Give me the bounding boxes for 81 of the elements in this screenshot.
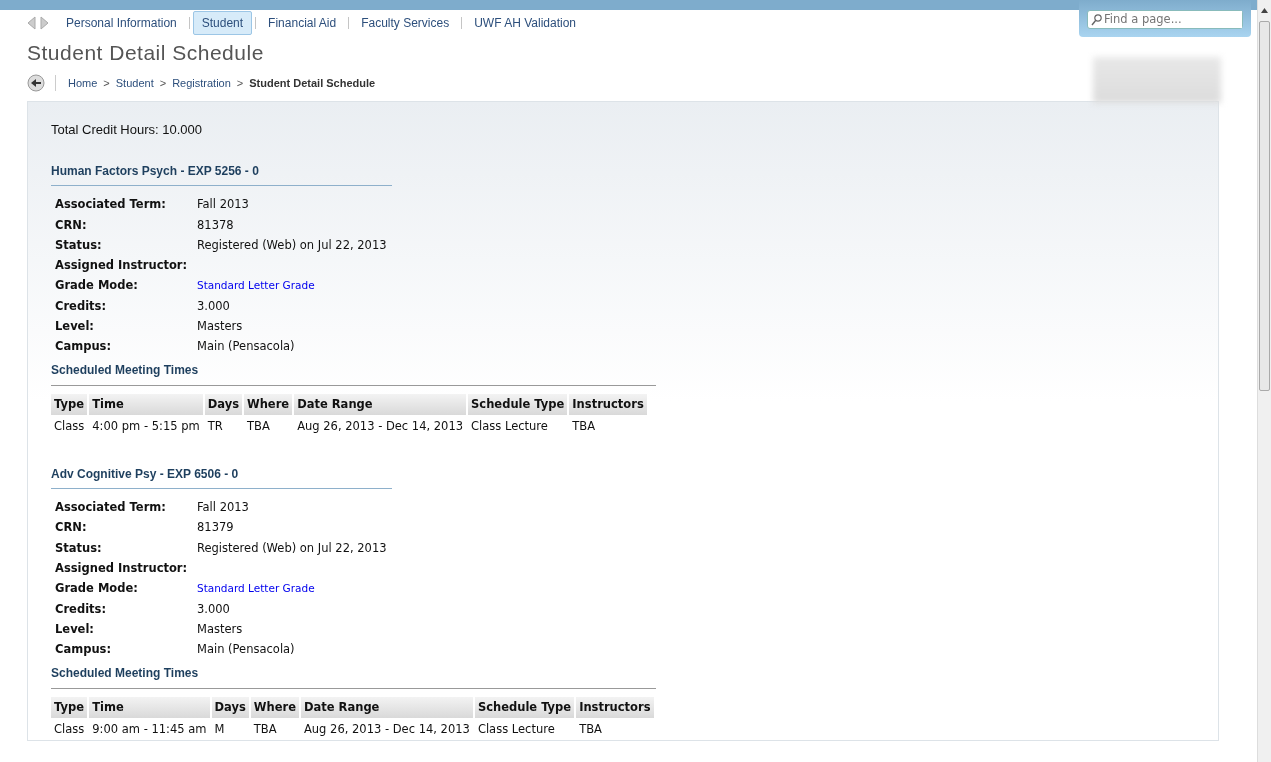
column-header: Instructors bbox=[569, 394, 647, 416]
table-cell-text: Class Lecture bbox=[476, 721, 556, 739]
detail-value: 3.000 bbox=[196, 297, 231, 315]
detail-label: Grade Mode: bbox=[54, 277, 139, 295]
table-cell-text: TBA bbox=[246, 418, 271, 436]
breadcrumb-link[interactable]: Registration bbox=[172, 74, 231, 92]
nav-tab[interactable]: UWF AH Validation bbox=[465, 11, 585, 35]
detail-label: Credits: bbox=[54, 297, 108, 315]
table-cell-text: Aug 26, 2013 - Dec 14, 2013 bbox=[296, 418, 465, 436]
detail-value: 81378 bbox=[196, 216, 235, 234]
search-icon bbox=[1091, 13, 1102, 26]
nav-tab[interactable]: Financial Aid bbox=[259, 11, 346, 35]
detail-label: Assigned Instructor: bbox=[54, 257, 189, 275]
meeting-times-heading: Scheduled Meeting Times bbox=[51, 659, 656, 689]
grade-mode-link[interactable]: Standard Letter Grade bbox=[197, 582, 315, 595]
breadcrumb-current: Student Detail Schedule bbox=[249, 75, 376, 91]
detail-label: Grade Mode: bbox=[54, 580, 139, 598]
search-field[interactable]: Find a page... bbox=[1087, 10, 1243, 29]
detail-value: Registered (Web) on Jul 22, 2013 bbox=[196, 236, 387, 254]
column-header: Date Range bbox=[300, 696, 473, 719]
back-icon[interactable] bbox=[27, 74, 45, 93]
detail-label: Campus: bbox=[54, 641, 113, 659]
detail-value: 81379 bbox=[196, 519, 235, 537]
nav-tab[interactable]: Student bbox=[192, 11, 253, 35]
table-cell-text: TBA bbox=[571, 418, 597, 436]
column-header: Where bbox=[244, 394, 293, 416]
table-cell-text: Aug 26, 2013 - Dec 14, 2013 bbox=[302, 721, 471, 739]
column-header: Type bbox=[51, 394, 88, 416]
nav-tab[interactable]: Faculty Services bbox=[352, 11, 459, 35]
table-cell-text: TBA bbox=[252, 721, 278, 739]
column-header: Time bbox=[89, 696, 210, 719]
detail-label: Status: bbox=[54, 236, 103, 254]
column-header: Instructors bbox=[576, 696, 654, 719]
table-cell-text: TR bbox=[206, 418, 224, 436]
meeting-times-heading: Scheduled Meeting Times bbox=[51, 357, 656, 387]
table-cell-text: M bbox=[213, 721, 226, 739]
column-header: Type bbox=[51, 696, 88, 719]
detail-value: Fall 2013 bbox=[196, 196, 250, 214]
detail-value: Main (Pensacola) bbox=[196, 338, 296, 356]
detail-label: CRN: bbox=[54, 519, 88, 537]
column-header: Schedule Type bbox=[474, 696, 575, 719]
column-header: Time bbox=[89, 394, 203, 416]
nav-tab[interactable]: Personal Information bbox=[57, 11, 186, 35]
detail-label: Assigned Instructor: bbox=[54, 559, 189, 577]
table-cell-text: 9:00 am - 11:45 am bbox=[91, 721, 208, 739]
breadcrumb-link[interactable]: Student bbox=[115, 74, 154, 92]
detail-label: Associated Term: bbox=[54, 196, 167, 214]
page-title: Student Detail Schedule bbox=[27, 40, 265, 66]
table-cell-text: 4:00 pm - 5:15 pm bbox=[91, 418, 201, 436]
column-header: Days bbox=[211, 696, 249, 719]
back-forward-arrows-icon[interactable] bbox=[27, 16, 49, 30]
column-header: Where bbox=[250, 696, 299, 719]
detail-label: Associated Term: bbox=[54, 499, 167, 517]
detail-value: Registered (Web) on Jul 22, 2013 bbox=[196, 539, 387, 557]
course-title: Adv Cognitive Psy - EXP 6506 - 0 bbox=[51, 464, 392, 489]
detail-label: Level: bbox=[54, 620, 95, 638]
table-cell-text: Class bbox=[53, 721, 86, 739]
detail-label: Credits: bbox=[54, 600, 108, 618]
grade-mode-link[interactable]: Standard Letter Grade bbox=[197, 279, 315, 292]
table-cell-text: TBA bbox=[578, 721, 603, 739]
breadcrumb-separator: > bbox=[103, 75, 110, 91]
detail-value: Masters bbox=[196, 620, 244, 638]
total-credit-hours: Total Credit Hours: 10.000 bbox=[51, 121, 204, 140]
detail-value: 3.000 bbox=[196, 600, 231, 618]
detail-label: CRN: bbox=[54, 216, 88, 234]
course-title: Human Factors Psych - EXP 5256 - 0 bbox=[51, 161, 392, 186]
detail-label: Status: bbox=[54, 539, 103, 557]
column-header: Days bbox=[204, 394, 242, 416]
detail-label: Level: bbox=[54, 318, 95, 335]
scroll-up-icon[interactable] bbox=[1261, 8, 1268, 13]
breadcrumb-separator: > bbox=[236, 75, 244, 91]
breadcrumb-separator: > bbox=[159, 75, 167, 91]
detail-value: Masters bbox=[196, 318, 244, 335]
detail-value: Main (Pensacola) bbox=[196, 641, 296, 659]
table-cell-text: Class bbox=[53, 418, 86, 436]
column-header: Date Range bbox=[294, 394, 467, 416]
breadcrumb-link[interactable]: Home bbox=[68, 74, 98, 92]
column-header: Schedule Type bbox=[468, 394, 568, 416]
detail-label: Campus: bbox=[54, 338, 113, 356]
table-cell-text: Class Lecture bbox=[470, 418, 549, 436]
detail-value: Fall 2013 bbox=[196, 499, 250, 517]
